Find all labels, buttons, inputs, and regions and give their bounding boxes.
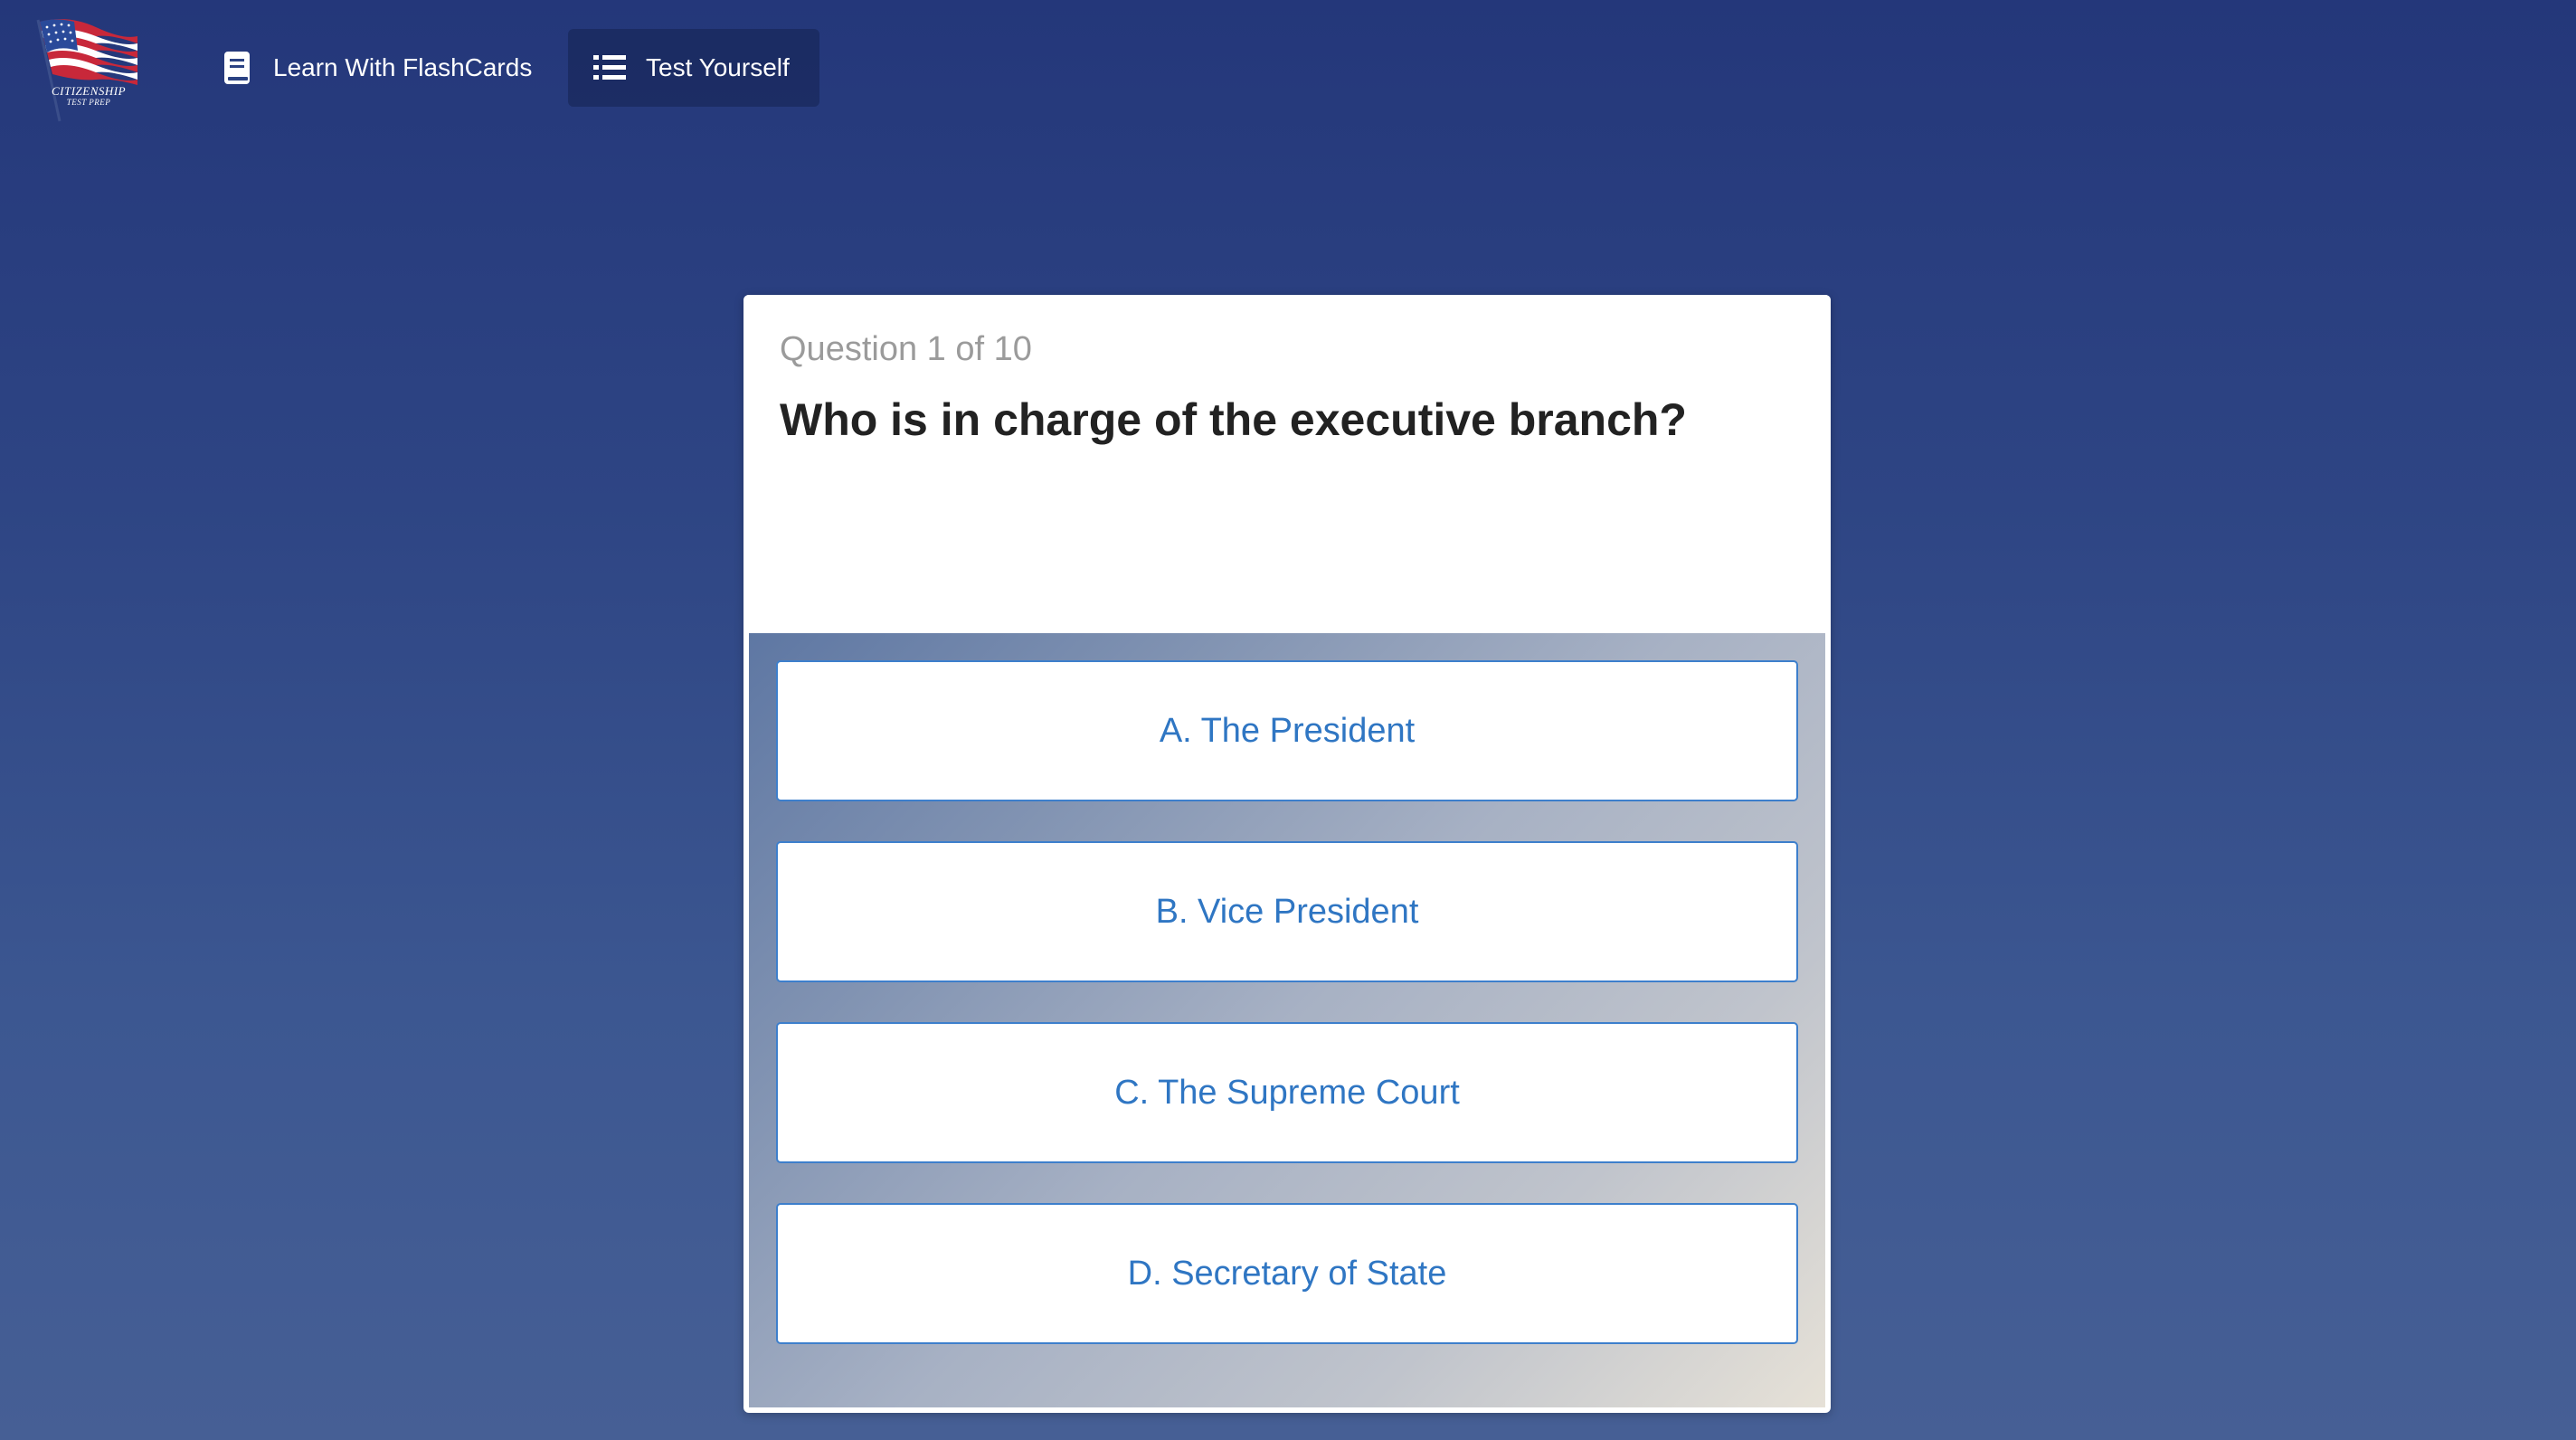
answers-panel: A. The President B. Vice President C. Th… (749, 633, 1825, 1407)
quiz-card: Question 1 of 10 Who is in charge of the… (743, 295, 1831, 1413)
logo-line-2: TEST PREP (66, 98, 111, 107)
citizenship-test-prep-logo[interactable]: CITIZENSHIP TEST PREP (33, 16, 145, 123)
answer-option-c[interactable]: C. The Supreme Court (776, 1022, 1798, 1163)
question-counter: Question 1 of 10 (780, 330, 1032, 368)
question-text: Who is in charge of the executive branch… (780, 394, 1687, 445)
answer-option-d[interactable]: D. Secretary of State (776, 1203, 1798, 1344)
american-flag-icon (36, 19, 137, 122)
logo-line-1: CITIZENSHIP (51, 84, 127, 98)
nav-label: Test Yourself (646, 53, 790, 81)
nav-label: Learn With FlashCards (273, 53, 533, 81)
answer-option-b[interactable]: B. Vice President (776, 841, 1798, 982)
nav-learn-with-flashcards[interactable]: Learn With FlashCards (201, 29, 543, 107)
nav-test-yourself[interactable]: Test Yourself (568, 29, 819, 107)
question-section: Question 1 of 10 Who is in charge of the… (743, 295, 1831, 631)
top-navigation: CITIZENSHIP TEST PREP Learn With FlashCa… (0, 0, 2576, 136)
book-icon (219, 50, 255, 86)
list-icon (592, 50, 628, 86)
logo-wordmark: CITIZENSHIP TEST PREP (33, 85, 145, 107)
answer-option-a[interactable]: A. The President (776, 660, 1798, 801)
